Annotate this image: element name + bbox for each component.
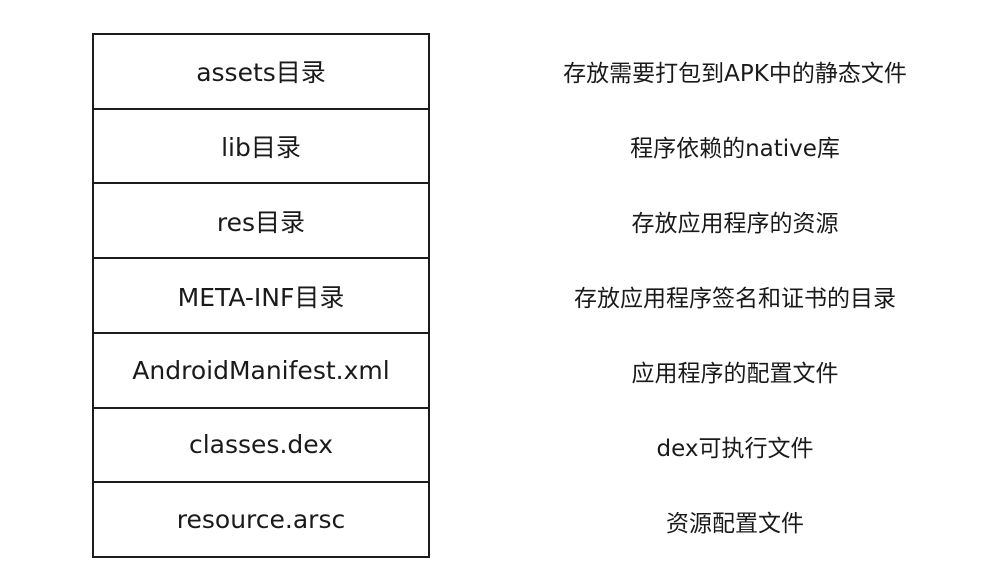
description-assets: 存放需要打包到APK中的静态文件 xyxy=(563,60,907,87)
entry-box-classes-dex: classes.dex xyxy=(94,409,428,484)
entry-box-android-manifest: AndroidManifest.xml xyxy=(94,334,428,409)
entry-box-assets: assets目录 xyxy=(94,35,428,110)
entry-box-res: res目录 xyxy=(94,184,428,260)
entry-box-resource-arsc: resource.arsc xyxy=(176,505,346,535)
description-classes-dex: dex可执行文件 xyxy=(656,435,814,462)
description-column: 存放需要打包到APK中的静态文件 程序依赖的native库 存放应用程序的资源 … xyxy=(470,33,1000,558)
entry-box-lib: lib目录 xyxy=(94,110,428,185)
description-resource-arsc: 资源配置文件 xyxy=(666,510,804,537)
description-res: 存放应用程序的资源 xyxy=(631,210,839,237)
entry-box-meta-inf: META-INF目录 xyxy=(94,259,428,334)
description-meta-inf: 存放应用程序签名和证书的目录 xyxy=(574,285,896,312)
apk-structure-stack: assets目录 lib目录 res目录 META-INF目录 AndroidM… xyxy=(92,33,430,558)
description-android-manifest: 应用程序的配置文件 xyxy=(631,360,839,387)
description-lib: 程序依赖的native库 xyxy=(630,135,840,162)
